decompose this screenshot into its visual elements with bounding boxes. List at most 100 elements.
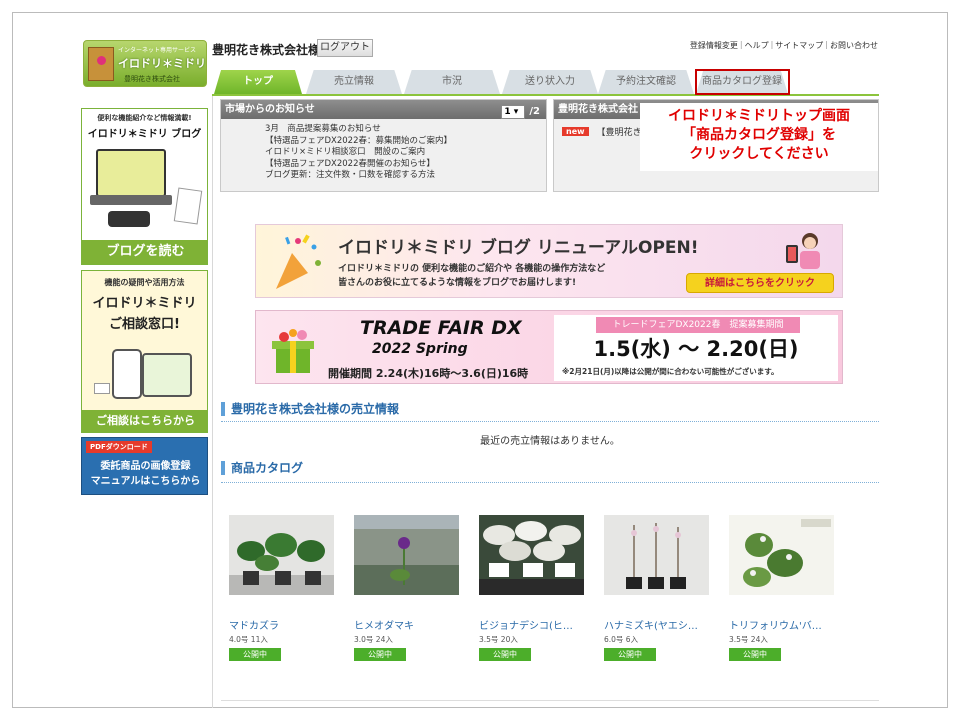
blog-banner-line2: イロドリ＊ミドリ ブログ (87, 129, 202, 140)
product-meta: 3.5号 20入 (479, 635, 518, 644)
company-news-item[interactable]: 【豊明花き (597, 125, 642, 138)
product-image-trifolium[interactable] (729, 515, 834, 595)
news-item[interactable]: 【特選品フェアDX2022春：募集開始のご案内】 (265, 136, 546, 148)
divider (212, 96, 213, 708)
product-card[interactable]: ハナミズキ(ヤエシ… 6.0号 6入 公開中 (604, 515, 709, 661)
proposal-period-note: ※2月21日(月)以降は公開が間に合わない可能性がございます。 (562, 367, 779, 376)
consult-banner-line2: イロドリ＊ミドリ (92, 296, 197, 311)
mail-icon (94, 383, 110, 394)
published-badge: 公開中 (604, 648, 656, 661)
callout-line3: クリックしてください (689, 146, 829, 162)
product-list: マドカズラ 4.0号 11入 公開中 ヒメオダマキ 3.0号 24入 公開中 ビ… (229, 515, 834, 661)
product-card[interactable]: ヒメオダマキ 3.0号 24入 公開中 (354, 515, 459, 661)
tab-sales-info[interactable]: 売立情報 (306, 70, 402, 94)
product-name[interactable]: ヒメオダマキ (354, 617, 459, 632)
callout-line2: 「商品カタログ登録」を (682, 127, 836, 143)
tab-reservation[interactable]: 予約注文確認 (598, 70, 694, 94)
news-item[interactable]: ブログ更新：注文件数・口数を確認する方法 (265, 170, 546, 182)
blog-renewal-sub2: 皆さんのお役に立てるような情報をブログでお届けします! (338, 278, 577, 288)
product-card[interactable]: ビジョナデシコ(ヒ… 3.5号 20入 公開中 (479, 515, 584, 661)
pdf-download-tag: PDFダウンロード (86, 441, 152, 453)
market-news-title: 市場からのお知らせ (225, 104, 315, 115)
pdf-banner-line2: マニュアルはこちらから (90, 476, 201, 487)
footer-divider (221, 700, 879, 701)
catalog-tab-highlight (695, 69, 790, 95)
blog-banner-line1: 便利な機能紹介など情報満載! (97, 114, 192, 122)
notepad-icon (173, 187, 203, 225)
logout-button[interactable]: ログアウト (317, 39, 373, 57)
consult-banner-line3: ご相談窓口! (109, 317, 180, 332)
news-item[interactable]: イロドリ×ミドリ相談窓口 開設のご案内 (265, 147, 546, 159)
product-name[interactable]: ビジョナデシコ(ヒ… (479, 617, 584, 632)
product-image-himeodamaki[interactable] (354, 515, 459, 595)
blog-renewal-sub1: イロドリ＊ミドリの 便利な機能のご紹介や 各機能の操作方法など (338, 264, 606, 274)
news-pager: 1 ▾ /2 (501, 102, 540, 121)
news-page-select[interactable]: 1 ▾ (501, 104, 526, 119)
published-badge: 公開中 (729, 648, 781, 661)
catalog-section-title: 商品カタログ (221, 461, 303, 475)
proposal-period-head: トレードフェアDX2022春 提案募集期間 (596, 317, 800, 333)
party-popper-icon (276, 234, 321, 289)
tab-invoice-entry[interactable]: 送り状入力 (502, 70, 598, 94)
trade-fair-period: 開催期間 2.24(木)16時～3.6(日)16時 (328, 367, 529, 380)
separator: | (825, 40, 828, 49)
news-page-total: /2 (529, 106, 540, 117)
consult-button[interactable]: ご相談はこちらから (82, 410, 207, 432)
product-meta: 4.0号 11入 (229, 635, 268, 644)
tablet-icon (142, 353, 192, 397)
product-meta: 3.5号 24入 (729, 635, 768, 644)
separator: | (770, 40, 774, 49)
logo-company: 豊明花き株式会社 (124, 75, 180, 83)
blog-details-button[interactable]: 詳細はこちらをクリック (686, 273, 834, 293)
consult-banner[interactable]: 機能の疑問や活用方法 イロドリ＊ミドリ ご相談窓口! ご相談はこちらから (81, 270, 208, 433)
separator: | (739, 40, 743, 49)
product-name[interactable]: トリフォリウム'バ… (729, 617, 834, 632)
published-badge: 公開中 (229, 648, 281, 661)
person-with-tablet-icon (786, 233, 820, 269)
site-logo[interactable]: インターネット専用サービス イロドリ＊ミドリ 豊明花き株式会社 (83, 40, 207, 87)
link-sitemap[interactable]: サイトマップ (775, 40, 823, 51)
trade-fair-title: TRADE FAIR DX (360, 317, 522, 339)
laptop-icon (90, 149, 172, 205)
product-image-bijonadeshiko[interactable] (479, 515, 584, 595)
logo-tagline: インターネット専用サービス (118, 47, 197, 54)
blog-banner[interactable]: 便利な機能紹介など情報満載! イロドリ＊ミドリ ブログ ブログを読む (81, 108, 208, 265)
company-name: 豊明花き株式会社様 (212, 43, 321, 57)
news-list: 3月 商品提案募集のお知らせ 【特選品フェアDX2022春：募集開始のご案内】 … (221, 119, 546, 182)
callout-line1: イロドリ＊ミドリトップ画面 (668, 108, 850, 124)
news-item[interactable]: 3月 商品提案募集のお知らせ (265, 124, 546, 136)
product-meta: 6.0号 6入 (604, 635, 639, 644)
product-card[interactable]: トリフォリウム'バ… 3.5号 24入 公開中 (729, 515, 834, 661)
product-name[interactable]: ハナミズキ(ヤエシ… (604, 617, 709, 632)
tab-top[interactable]: トップ (214, 70, 302, 94)
product-card[interactable]: マドカズラ 4.0号 11入 公開中 (229, 515, 334, 661)
link-help[interactable]: ヘルプ (745, 40, 769, 51)
proposal-period-box: トレードフェアDX2022春 提案募集期間 1.5(水) ～ 2.20(日) ※… (554, 315, 838, 381)
gift-box-icon (88, 47, 114, 81)
instruction-callout: イロドリ＊ミドリトップ画面 「商品カタログ登録」を クリックしてください (640, 103, 878, 171)
blog-renewal-title: イロドリ＊ミドリ ブログ リニューアルOPEN! (338, 238, 699, 258)
product-image-madokazura[interactable] (229, 515, 334, 595)
proposal-period-dates: 1.5(水) ～ 2.20(日) (593, 337, 799, 361)
link-contact[interactable]: お問い合わせ (830, 40, 878, 51)
link-account-settings[interactable]: 登録情報変更 (690, 40, 738, 51)
tab-market[interactable]: 市況 (404, 70, 500, 94)
section-divider (221, 421, 879, 422)
blog-renewal-banner[interactable]: イロドリ＊ミドリ ブログ リニューアルOPEN! イロドリ＊ミドリの 便利な機能… (255, 224, 843, 298)
product-name[interactable]: マドカズラ (229, 617, 334, 632)
trade-fair-banner[interactable]: TRADE FAIR DX 2022 Spring 開催期間 2.24(木)16… (255, 310, 843, 384)
published-badge: 公開中 (354, 648, 406, 661)
consult-banner-line1: 機能の疑問や活用方法 (104, 278, 185, 287)
hands-icon (108, 211, 150, 227)
product-image-hanamizuki[interactable] (604, 515, 709, 595)
new-badge: new (562, 127, 589, 136)
logo-title: イロドリ＊ミドリ (118, 57, 206, 70)
pdf-manual-banner[interactable]: PDFダウンロード 委託商品の画像登録 マニュアルはこちらから (81, 437, 208, 495)
section-divider (221, 482, 879, 483)
blog-read-button[interactable]: ブログを読む (82, 240, 207, 264)
top-links: 登録情報変更 | ヘルプ | サイトマップ | お問い合わせ (690, 40, 878, 51)
smartphone-icon (112, 349, 142, 399)
sales-empty-message: 最近の売立情報はありません。 (480, 436, 620, 447)
news-item[interactable]: 【特選品フェアDX2022春開催のお知らせ】 (265, 159, 546, 171)
trade-fair-year: 2022 Spring (372, 341, 468, 357)
